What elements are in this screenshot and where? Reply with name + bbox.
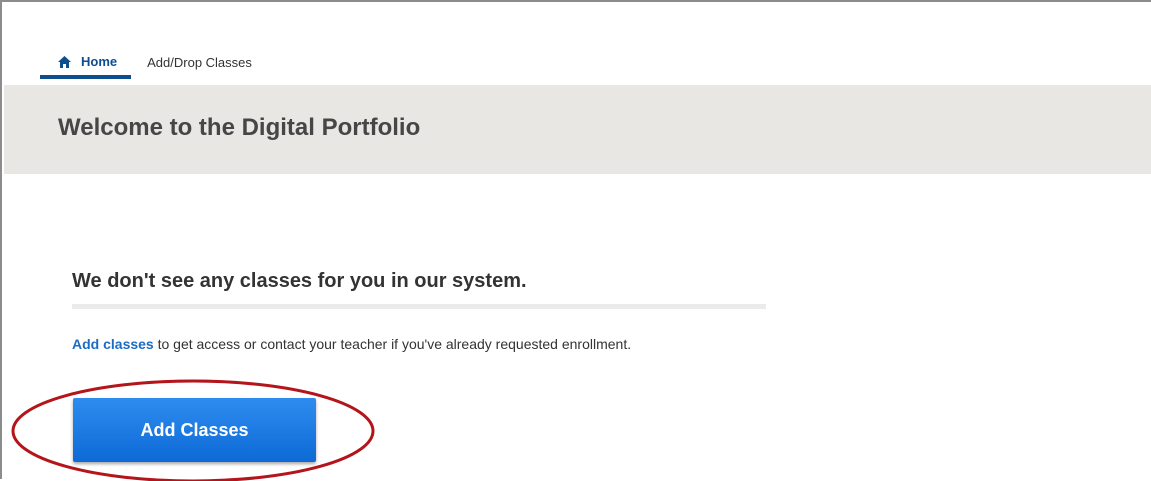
home-icon: [58, 55, 71, 68]
empty-state-message-text: to get access or contact your teacher if…: [153, 336, 632, 352]
top-nav: Home Add/Drop Classes: [40, 48, 252, 79]
empty-state-heading: We don't see any classes for you in our …: [72, 270, 527, 292]
page-frame: Home Add/Drop Classes Welcome to the Dig…: [0, 0, 1151, 481]
page-title: Welcome to the Digital Portfolio: [58, 114, 421, 141]
add-classes-link[interactable]: Add classes: [72, 336, 154, 352]
empty-state-message: Add classes to get access or contact you…: [72, 334, 712, 355]
tab-home-label: Home: [81, 54, 118, 69]
tab-add-drop-classes-label: Add/Drop Classes: [147, 55, 252, 70]
tab-home[interactable]: Home: [40, 48, 132, 79]
section-divider: [72, 304, 766, 309]
add-classes-button[interactable]: Add Classes: [73, 398, 316, 462]
welcome-banner: Welcome to the Digital Portfolio: [4, 85, 1151, 174]
tab-add-drop-classes[interactable]: Add/Drop Classes: [147, 48, 252, 75]
